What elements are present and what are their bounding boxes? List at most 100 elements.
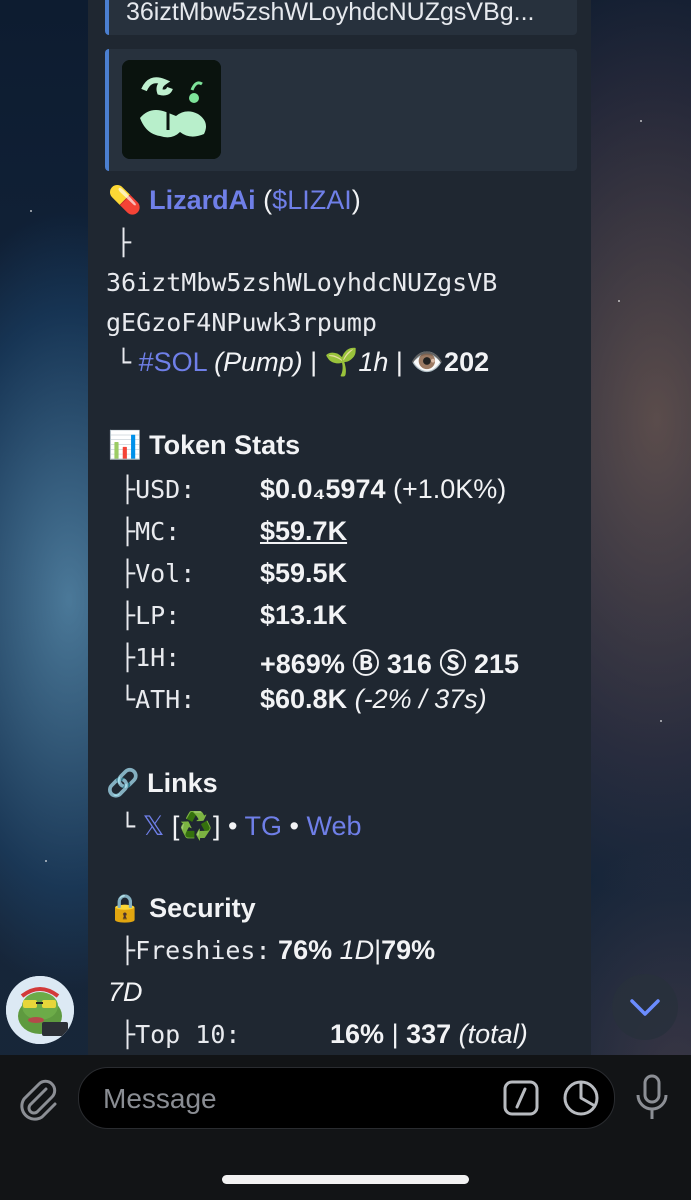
bot-message-bubble: 36iztMbw5zshWLoyhdcNUZgsVBg... 💊 LizardA… [88, 0, 591, 1055]
separator-dot: • [289, 811, 299, 841]
tg-link[interactable]: TG [245, 811, 283, 841]
stat-label: Top 10: [135, 1020, 241, 1049]
tree-branch: ├ [116, 228, 132, 257]
heading-text: Security [149, 893, 256, 923]
home-indicator [222, 1175, 469, 1184]
heading-text: Links [147, 768, 218, 798]
recycle-icon[interactable]: ♻️ [179, 810, 213, 842]
stat-value-ath: $60.8K (-2% / 37s) [260, 684, 487, 715]
x-link[interactable]: 𝕏 [143, 811, 165, 841]
paperclip-icon[interactable] [18, 1075, 60, 1126]
top10-value: 16% | 337 (total) [330, 1019, 528, 1050]
bar-chart-icon: 📊 [108, 430, 142, 460]
stat-label: USD: [135, 475, 196, 504]
stat-value: +869% [260, 649, 345, 679]
links-row: └ 𝕏 [♻️] • TG • Web [120, 810, 362, 842]
bracket: [ [171, 811, 180, 841]
total-label: (total) [458, 1019, 528, 1049]
token-name-link[interactable]: LizardAi [149, 185, 256, 215]
stat-label: MC: [135, 517, 181, 546]
wallpaper-star [660, 720, 662, 722]
separator: | [395, 347, 403, 377]
stat-row-usd: ├USD: [120, 474, 195, 505]
sell-icon: Ⓢ [439, 649, 467, 679]
age-value: 1h [358, 347, 389, 377]
stat-value: $0.0₄5974 [260, 474, 386, 504]
microphone-icon[interactable] [632, 1073, 672, 1128]
token-title-line: 💊 LizardAi ($LIZAI) [108, 185, 361, 215]
stat-value-usd: $0.0₄5974 (+1.0K%) [260, 474, 506, 505]
stat-value-lp: $13.1K [260, 600, 348, 630]
tree-branch: ├ [120, 643, 136, 672]
top10-total: 337 [406, 1019, 452, 1049]
message-input[interactable]: Message [78, 1067, 615, 1129]
sticker-icon[interactable] [561, 1078, 601, 1125]
tree-branch: └ [120, 685, 136, 714]
token-ticker-link[interactable]: $LIZAI [272, 185, 352, 215]
heading-text: Token Stats [149, 430, 301, 460]
stat-row-lp: ├LP: [120, 600, 180, 631]
wallpaper-star [640, 120, 642, 122]
lock-icon: 🔒 [108, 893, 142, 923]
platform-label: (Pump) [214, 347, 303, 377]
stat-label: LP: [135, 601, 181, 630]
chain-info-line: └ #SOL (Pump) | 🌱1h | 👁️202 [116, 346, 489, 378]
separator: | [391, 1019, 399, 1049]
links-heading: 🔗 Links [106, 767, 218, 799]
stat-row-mc: ├MC: [120, 516, 180, 547]
stat-label: ATH: [135, 685, 196, 714]
wallpaper-star [30, 210, 32, 212]
top10-row: ├Top 10: [120, 1019, 240, 1050]
bracket: ] [213, 811, 221, 841]
wallpaper-star [45, 860, 47, 862]
contract-address-line1[interactable]: 36iztMbw5zshWLoyhdcNUZgsVB [106, 268, 497, 297]
stat-row-ath: └ATH: [120, 684, 195, 715]
token-logo-image[interactable] [122, 60, 221, 159]
freshies-1d-value: 76% [278, 935, 333, 965]
stat-value-vol: $59.5K [260, 558, 348, 588]
web-link[interactable]: Web [306, 811, 361, 841]
sell-count: 215 [473, 649, 520, 679]
tree-branch: ├ [120, 601, 136, 630]
stat-label: Vol: [135, 559, 196, 588]
link-icon: 🔗 [106, 768, 140, 798]
security-heading: 🔒 Security [108, 892, 256, 924]
tree-branch: ├ [120, 1020, 136, 1049]
stat-label: 1H: [135, 643, 181, 672]
pill-icon: 💊 [108, 185, 142, 215]
scroll-to-bottom-button[interactable] [612, 974, 678, 1040]
tree-branch: └ [120, 812, 136, 841]
stat-value-1h: +869% Ⓑ 316 Ⓢ 215 [260, 642, 519, 681]
top10-percent: 16% [330, 1019, 385, 1049]
freshies-7d-value: 79% [381, 935, 436, 965]
sender-avatar[interactable] [6, 976, 74, 1044]
wallpaper-star [618, 300, 620, 302]
separator-dot: • [228, 811, 238, 841]
tree-branch: ├ [120, 936, 136, 965]
tree-branch: ├ [120, 517, 136, 546]
market-cap-link[interactable]: $59.7K [260, 516, 347, 547]
stat-change: (+1.0K%) [393, 474, 507, 504]
buy-icon: Ⓑ [352, 649, 380, 679]
stat-label: Freshies: [135, 936, 271, 965]
stat-value: $60.8K [260, 684, 348, 714]
buy-count: 316 [386, 649, 432, 679]
freshies-7d-unit: 7D [108, 977, 143, 1007]
tree-branch: ├ [120, 475, 136, 504]
message-placeholder: Message [103, 1083, 217, 1114]
quoted-reply[interactable]: 36iztMbw5zshWLoyhdcNUZgsVBg... [105, 0, 577, 35]
seedling-icon: 🌱 [324, 347, 359, 377]
link-preview[interactable] [105, 49, 577, 171]
quoted-address-text: 36iztMbw5zshWLoyhdcNUZgsVBg... [126, 0, 535, 26]
views-count: 202 [444, 347, 490, 377]
period-label: 1D [339, 935, 375, 965]
stat-change: (-2% / 37s) [354, 684, 487, 714]
slash-command-icon[interactable] [503, 1080, 539, 1123]
eye-icon: 👁️ [410, 347, 445, 377]
stat-row-vol: ├Vol: [120, 558, 195, 589]
freshies-row: ├Freshies: 76% 1D|79% [120, 935, 435, 966]
contract-address-line2[interactable]: gEGzoF4NPuwk3rpump [106, 308, 377, 337]
chain-hashtag[interactable]: #SOL [139, 347, 207, 377]
tree-branch: ├ [120, 559, 136, 588]
stat-row-1h: ├1H: [120, 642, 180, 673]
